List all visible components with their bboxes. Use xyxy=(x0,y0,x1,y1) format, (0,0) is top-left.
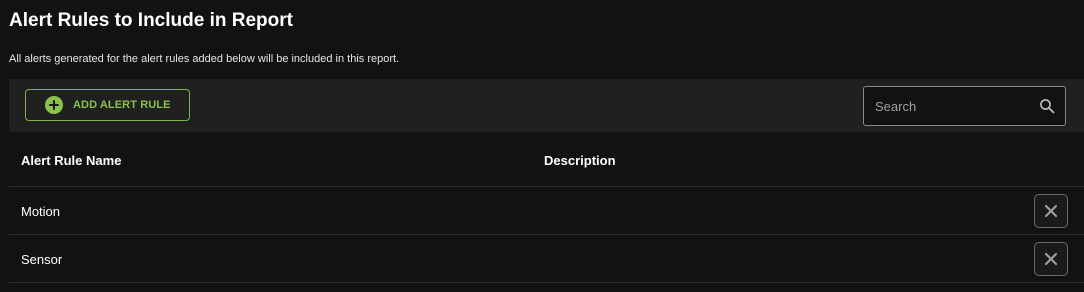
table-divider xyxy=(9,186,1084,187)
table-divider xyxy=(9,282,1084,283)
page-title: Alert Rules to Include in Report xyxy=(9,10,293,31)
row-name-cell: Sensor xyxy=(21,252,63,267)
plus-circle-icon xyxy=(45,96,63,114)
close-icon xyxy=(1044,204,1058,218)
row-name-cell: Motion xyxy=(21,204,61,219)
table-divider xyxy=(9,234,1084,235)
close-icon xyxy=(1044,252,1058,266)
remove-row-button[interactable] xyxy=(1034,242,1068,276)
add-alert-rule-label: ADD ALERT RULE xyxy=(73,99,171,111)
add-alert-rule-button[interactable]: ADD ALERT RULE xyxy=(25,89,190,121)
search-input[interactable] xyxy=(865,88,1030,124)
search-icon[interactable] xyxy=(1039,98,1055,114)
column-header-name: Alert Rule Name xyxy=(21,153,122,168)
toolbar: ADD ALERT RULE xyxy=(9,79,1084,132)
column-header-description: Description xyxy=(544,153,616,168)
page-description: All alerts generated for the alert rules… xyxy=(9,53,400,65)
remove-row-button[interactable] xyxy=(1034,194,1068,228)
search-box xyxy=(863,86,1066,126)
